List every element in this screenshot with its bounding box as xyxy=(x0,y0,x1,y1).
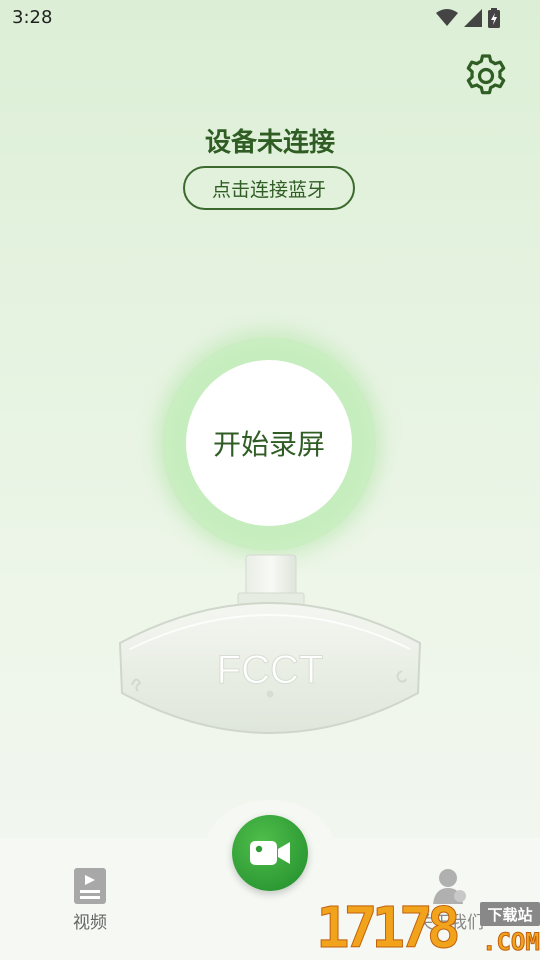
status-bar: 3:28 xyxy=(0,0,540,36)
tab-video[interactable]: 视频 xyxy=(60,868,120,938)
device-logo: FCCT xyxy=(217,648,324,692)
cellular-signal-icon xyxy=(464,9,482,27)
video-camera-icon xyxy=(250,841,290,865)
watermark-digits: 17178 xyxy=(316,896,462,960)
gear-icon[interactable] xyxy=(463,53,509,99)
site-watermark: 17178 下载站 .COM xyxy=(316,896,540,960)
device-status-title: 设备未连接 xyxy=(204,128,335,158)
wifi-icon xyxy=(436,9,458,26)
watermark-badge: 下载站 xyxy=(480,902,540,926)
app-screen: 3:28 设备未连接 点击连接蓝牙 开始录屏 FCCT 视频 关于我们 1717… xyxy=(0,0,540,960)
watermark-suffix: .COM xyxy=(482,928,540,957)
start-recording-button[interactable]: 开始录屏 xyxy=(186,360,352,526)
tab-video-label: 视频 xyxy=(73,913,107,933)
connect-bluetooth-button[interactable]: 点击连接蓝牙 xyxy=(183,166,355,210)
record-fab[interactable] xyxy=(232,815,308,891)
device-illustration: FCCT xyxy=(118,554,422,734)
status-icons xyxy=(436,8,500,28)
battery-charging-icon xyxy=(488,8,500,28)
status-time: 3:28 xyxy=(12,7,53,28)
video-file-icon xyxy=(74,868,106,904)
